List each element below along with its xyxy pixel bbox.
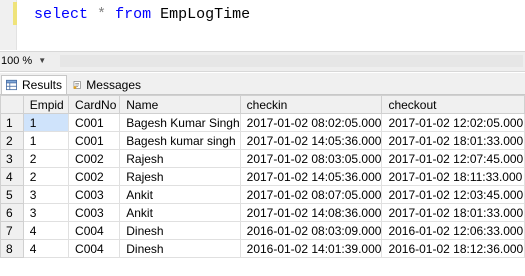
table-cell[interactable]: 2017-01-02 18:01:33.000: [381, 203, 525, 222]
row-number[interactable]: 8: [0, 239, 24, 258]
tab-messages[interactable]: Messages: [69, 75, 145, 94]
row-number[interactable]: 7: [0, 221, 24, 240]
zoom-value: 100 %: [1, 54, 33, 67]
table-row[interactable]: 5 3 C003 Ankit 2017-01-02 08:07:05.000 2…: [0, 185, 525, 204]
table-row[interactable]: 2 1 C001 Bagesh kumar singh 2017-01-02 1…: [0, 131, 525, 150]
table-cell[interactable]: 2017-01-02 08:07:05.000: [239, 185, 383, 204]
results-grid: Empid CardNo Name checkin checkout 1 1 C…: [0, 95, 525, 258]
row-number[interactable]: 4: [0, 167, 24, 186]
table-cell[interactable]: Rajesh: [119, 149, 241, 168]
chevron-down-icon: ▼: [38, 56, 47, 65]
column-header[interactable]: Name: [119, 95, 241, 114]
table-cell[interactable]: 2017-01-02 08:02:05.000: [239, 113, 383, 132]
table-cell[interactable]: 2017-01-02 12:02:05.000: [381, 113, 525, 132]
row-number[interactable]: 3: [0, 149, 24, 168]
table-cell[interactable]: 4: [22, 221, 70, 240]
table-name: EmpLogTime: [160, 6, 251, 23]
results-table: Empid CardNo Name checkin checkout 1 1 C…: [0, 95, 525, 258]
table-cell[interactable]: 2017-01-02 12:03:45.000: [381, 185, 525, 204]
table-cell[interactable]: 2017-01-02 14:08:36.000: [239, 203, 383, 222]
table-cell[interactable]: 1: [22, 131, 70, 150]
star-operator: *: [97, 6, 107, 23]
table-cell[interactable]: 2017-01-02 08:03:05.000: [239, 149, 383, 168]
table-row[interactable]: 7 4 C004 Dinesh 2016-01-02 08:03:09.000 …: [0, 221, 525, 240]
table-cell[interactable]: 2016-01-02 18:12:36.000: [381, 239, 525, 258]
tab-results-label: Results: [21, 78, 62, 92]
column-header[interactable]: Empid: [22, 95, 70, 114]
zoom-dropdown[interactable]: 100 % ▼: [1, 53, 46, 68]
query-editor[interactable]: select * from EmpLogTime: [0, 0, 525, 50]
table-cell[interactable]: Ankit: [119, 185, 241, 204]
table-cell[interactable]: Bagesh kumar singh: [119, 131, 241, 150]
table-cell[interactable]: 2016-01-02 14:01:39.000: [239, 239, 383, 258]
table-cell[interactable]: Dinesh: [119, 221, 241, 240]
keyword-from: from: [115, 6, 152, 23]
result-tabs: Results Messages: [0, 73, 525, 95]
corner-cell[interactable]: [0, 95, 24, 114]
header-row: Empid CardNo Name checkin checkout: [0, 95, 525, 114]
change-marker: [13, 2, 17, 25]
table-cell[interactable]: 2017-01-02 18:11:33.000: [381, 167, 525, 186]
column-header[interactable]: checkin: [239, 95, 383, 114]
table-cell[interactable]: Dinesh: [119, 239, 241, 258]
tab-messages-label: Messages: [86, 77, 141, 92]
query-text[interactable]: select * from EmpLogTime: [34, 6, 250, 23]
row-number[interactable]: 5: [0, 185, 24, 204]
table-cell[interactable]: Bagesh Kumar Singh: [119, 113, 241, 132]
row-number[interactable]: 2: [0, 131, 24, 150]
horizontal-scrollbar[interactable]: [60, 55, 523, 67]
table-row[interactable]: 4 2 C002 Rajesh 2017-01-02 14:05:36.000 …: [0, 167, 525, 186]
table-row[interactable]: 3 2 C002 Rajesh 2017-01-02 08:03:05.000 …: [0, 149, 525, 168]
column-header[interactable]: checkout: [381, 95, 525, 114]
table-cell-selected[interactable]: 1: [22, 113, 70, 132]
table-cell[interactable]: C004: [68, 239, 121, 258]
row-number[interactable]: 6: [0, 203, 24, 222]
row-number[interactable]: 1: [0, 113, 24, 132]
table-cell[interactable]: C004: [68, 221, 121, 240]
keyword-select: select: [34, 6, 89, 23]
table-cell[interactable]: C002: [68, 167, 121, 186]
table-cell[interactable]: 3: [22, 203, 70, 222]
table-row[interactable]: 1 1 C001 Bagesh Kumar Singh 2017-01-02 0…: [0, 113, 525, 132]
table-cell[interactable]: 2: [22, 167, 70, 186]
table-row[interactable]: 6 3 C003 Ankit 2017-01-02 14:08:36.000 2…: [0, 203, 525, 222]
table-cell[interactable]: C001: [68, 113, 121, 132]
table-cell[interactable]: 2: [22, 149, 70, 168]
table-cell[interactable]: 2017-01-02 14:05:36.000: [239, 131, 383, 150]
table-cell[interactable]: C003: [68, 203, 121, 222]
table-cell[interactable]: 3: [22, 185, 70, 204]
table-cell[interactable]: C001: [68, 131, 121, 150]
table-cell[interactable]: 2017-01-02 14:05:36.000: [239, 167, 383, 186]
tab-results[interactable]: Results: [1, 75, 67, 94]
table-row[interactable]: 8 4 C004 Dinesh 2016-01-02 14:01:39.000 …: [0, 239, 525, 258]
table-cell[interactable]: 2017-01-02 18:01:33.000: [381, 131, 525, 150]
table-cell[interactable]: C003: [68, 185, 121, 204]
grid-icon: [6, 79, 17, 91]
table-cell[interactable]: C002: [68, 149, 121, 168]
table-cell[interactable]: Ankit: [119, 203, 241, 222]
table-cell[interactable]: 2016-01-02 12:06:33.000: [381, 221, 525, 240]
table-cell[interactable]: 2016-01-02 08:03:09.000: [239, 221, 383, 240]
column-header[interactable]: CardNo: [68, 95, 121, 114]
table-cell[interactable]: 2017-01-02 12:07:45.000: [381, 149, 525, 168]
zoom-bar: 100 % ▼: [0, 51, 525, 72]
table-cell[interactable]: Rajesh: [119, 167, 241, 186]
message-icon: [73, 80, 81, 89]
table-cell[interactable]: 4: [22, 239, 70, 258]
